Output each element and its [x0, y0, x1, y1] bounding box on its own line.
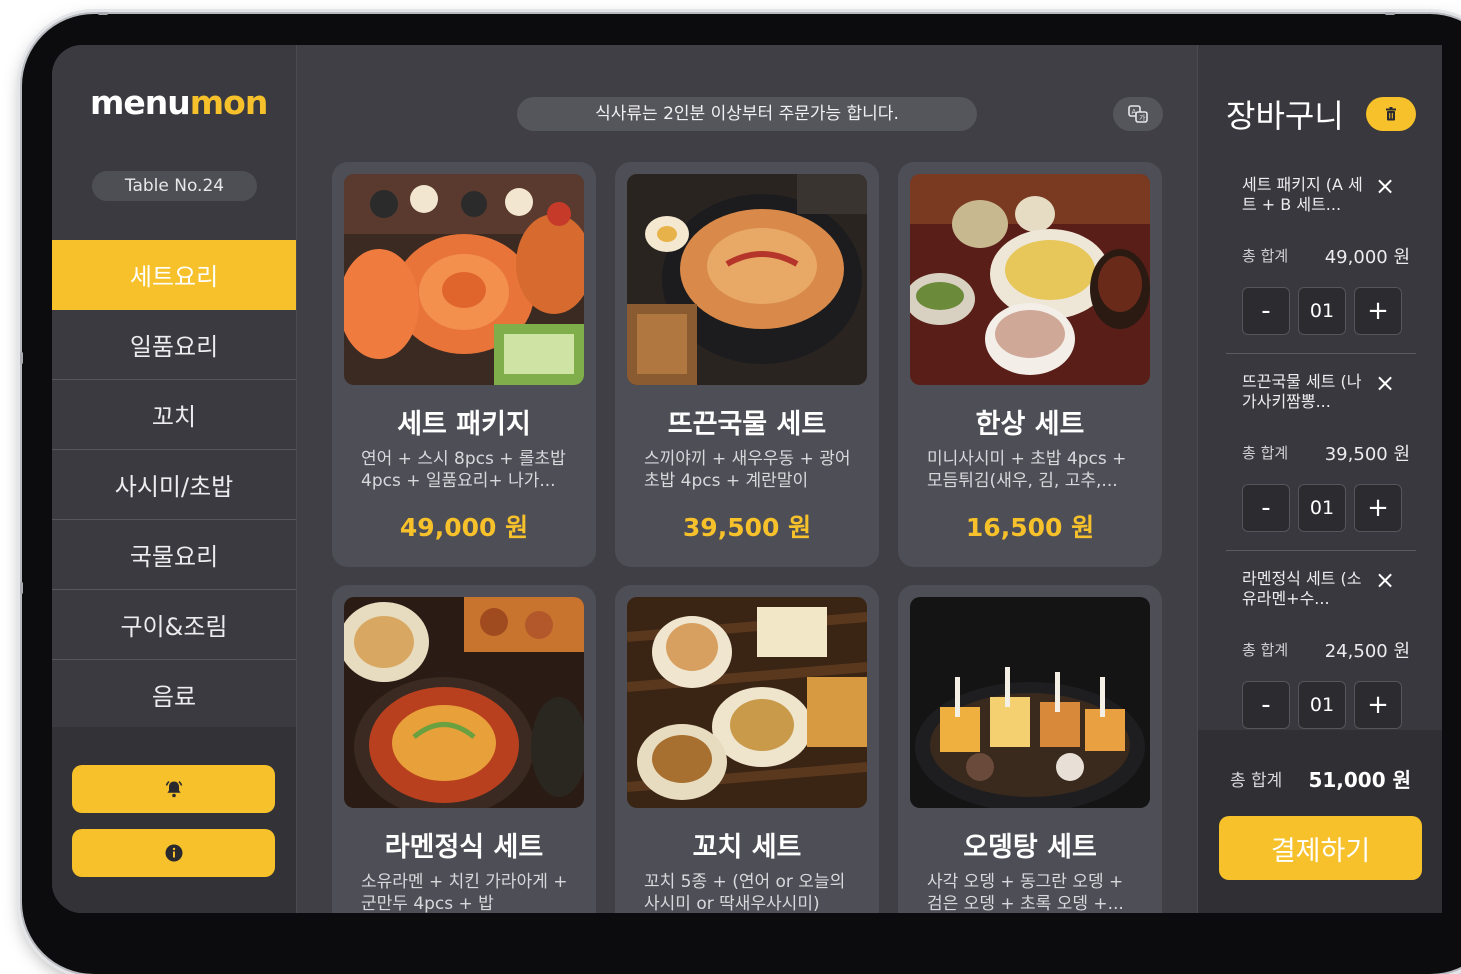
menu-price: 16,500 원	[965, 513, 1095, 542]
info-icon	[165, 844, 182, 862]
item-total-value: 24,500 원	[1324, 641, 1410, 662]
menu-card[interactable]: 세트 패키지 연어 + 스시 8pcs + 롤초밥 4pcs + 일품요리+ 나가…	[332, 162, 596, 567]
sidebar-bottom-panel	[52, 727, 296, 913]
category-item-sashimi-sushi[interactable]: 사시미/초밥	[52, 450, 296, 520]
category-item-skewer[interactable]: 꼬치	[52, 380, 296, 450]
menu-price: 49,000 원	[399, 513, 529, 542]
item-total-label: 총 합계	[1242, 247, 1289, 265]
category-item-grill[interactable]: 구이&조림	[52, 590, 296, 660]
menu-title: 뜨끈국물 세트	[667, 409, 827, 440]
clear-cart-button[interactable]	[1366, 97, 1416, 131]
menu-title: 세트 패키지	[397, 409, 531, 440]
menu-card[interactable]: 라멘정식 세트 소유라멘 + 치킨 가라아게 + 군만두 4pcs + 밥	[332, 585, 596, 913]
cart-footer: 총 합계 51,000 원 결제하기	[1198, 730, 1442, 913]
decrease-quantity-button[interactable]: -	[1242, 484, 1290, 532]
grand-total-label: 총 합계	[1230, 771, 1283, 791]
dish-photo-sashimi-platter	[344, 174, 584, 385]
category-item-soup[interactable]: 국물요리	[52, 520, 296, 590]
cart-item-name: 세트 패키지 (A 세트 + B 세트...	[1242, 175, 1363, 214]
menu-description: 꼬치 5종 + (연어 or 오늘의 사시미 or 딱새우사시미)	[644, 872, 846, 913]
table-number-badge: Table No.24	[92, 171, 257, 201]
menu-description: 사각 오뎅 + 동그란 오뎅 + 검은 오뎅 + 초록 오뎅 +...	[927, 872, 1124, 913]
dish-photo-noodle-soup	[627, 174, 867, 385]
increase-quantity-button[interactable]: +	[1354, 681, 1402, 729]
cart-item: 세트 패키지 (A 세트 + B 세트... × 총 합계 49,000 원 -…	[1226, 157, 1416, 354]
dish-photo-skewer-set	[627, 597, 867, 808]
app-screen: menumon Table No.24 세트요리 일품요리 꼬치 사시미/초밥 …	[52, 45, 1442, 913]
menu-title: 라멘정식 세트	[384, 832, 544, 863]
dish-photo-oden-set	[910, 597, 1150, 808]
device-side-button	[20, 352, 23, 364]
menu-card[interactable]: 뜨끈국물 세트 스끼야끼 + 새우우동 + 광어 초밥 4pcs + 계란말이 3…	[615, 162, 879, 567]
decrease-quantity-button[interactable]: -	[1242, 681, 1290, 729]
item-total-value: 39,500 원	[1324, 444, 1410, 465]
cart-item-name: 뜨끈국물 세트 (나가사키짬뽕...	[1242, 372, 1362, 411]
trash-icon	[1386, 107, 1396, 121]
svg-text:A: A	[1132, 108, 1137, 116]
remove-item-button[interactable]: ×	[1370, 171, 1400, 201]
svg-text:가: 가	[1139, 113, 1146, 122]
quantity-display: 01	[1298, 287, 1346, 335]
sidebar: menumon Table No.24 세트요리 일품요리 꼬치 사시미/초밥 …	[52, 45, 297, 913]
translate-button[interactable]: A 가	[1113, 97, 1163, 131]
item-total-value: 49,000 원	[1324, 247, 1410, 268]
item-total-label: 총 합계	[1242, 444, 1289, 462]
menu-card[interactable]: 한상 세트 미니사시미 + 초밥 4pcs + 모듬튀김(새우, 김, 고추,..…	[898, 162, 1162, 567]
category-list: 세트요리 일품요리 꼬치 사시미/초밥 국물요리 구이&조림 음료	[52, 240, 296, 730]
bell-icon	[165, 780, 182, 798]
remove-item-button[interactable]: ×	[1370, 565, 1400, 595]
device-side-button	[1385, 12, 1395, 15]
checkout-button[interactable]: 결제하기	[1219, 816, 1422, 880]
cart-item: 라멘정식 세트 (소유라멘+수... × 총 합계 24,500 원 - 01 …	[1226, 551, 1416, 730]
quantity-display: 01	[1298, 484, 1346, 532]
category-item-single[interactable]: 일품요리	[52, 310, 296, 380]
menu-title: 꼬치 세트	[692, 832, 802, 863]
menu-card[interactable]: 꼬치 세트 꼬치 5종 + (연어 or 오늘의 사시미 or 딱새우사시미)	[615, 585, 879, 913]
menu-card[interactable]: 오뎅탕 세트 사각 오뎅 + 동그란 오뎅 + 검은 오뎅 + 초록 오뎅 +..…	[898, 585, 1162, 913]
increase-quantity-button[interactable]: +	[1354, 484, 1402, 532]
app-logo: menumon	[90, 83, 268, 122]
menu-title: 한상 세트	[975, 409, 1085, 440]
category-item-set[interactable]: 세트요리	[52, 240, 296, 310]
info-button[interactable]	[72, 829, 275, 877]
menu-description: 스끼야끼 + 새우우동 + 광어 초밥 4pcs + 계란말이	[644, 449, 851, 491]
order-notice: 식사류는 2인분 이상부터 주문가능 합니다.	[517, 97, 977, 131]
cart-title: 장바구니	[1226, 97, 1344, 135]
menu-main-area: 식사류는 2인분 이상부터 주문가능 합니다. A 가 세트 패키지 연어 + …	[297, 45, 1197, 913]
menu-title: 오뎅탕 세트	[963, 832, 1097, 863]
menu-description: 연어 + 스시 8pcs + 롤초밥 4pcs + 일품요리+ 나가...	[361, 449, 566, 491]
cart-item-name: 라멘정식 세트 (소유라멘+수...	[1242, 569, 1362, 608]
menu-description: 미니사시미 + 초밥 4pcs + 모듬튀김(새우, 김, 고추,...	[927, 449, 1127, 491]
device-side-button	[98, 12, 108, 15]
grand-total-value: 51,000 원	[1308, 768, 1411, 792]
translate-icon: A 가	[1128, 105, 1148, 123]
cart-panel: 장바구니 세트 패키지 (A 세트 + B 세트... × 총 합계 49,00…	[1197, 45, 1442, 913]
device-side-button	[20, 582, 23, 594]
increase-quantity-button[interactable]: +	[1354, 287, 1402, 335]
menu-description: 소유라멘 + 치킨 가라아게 + 군만두 4pcs + 밥	[361, 872, 568, 913]
item-total-label: 총 합계	[1242, 641, 1289, 659]
decrease-quantity-button[interactable]: -	[1242, 287, 1290, 335]
dish-photo-table-set	[910, 174, 1150, 385]
dish-photo-ramen-set	[344, 597, 584, 808]
category-item-drinks[interactable]: 음료	[52, 660, 296, 730]
remove-item-button[interactable]: ×	[1370, 368, 1400, 398]
quantity-display: 01	[1298, 681, 1346, 729]
cart-item: 뜨끈국물 세트 (나가사키짬뽕... × 총 합계 39,500 원 - 01 …	[1226, 354, 1416, 551]
menu-price: 39,500 원	[682, 513, 812, 542]
cart-item-list[interactable]: 세트 패키지 (A 세트 + B 세트... × 총 합계 49,000 원 -…	[1198, 157, 1442, 730]
call-staff-button[interactable]	[72, 765, 275, 813]
